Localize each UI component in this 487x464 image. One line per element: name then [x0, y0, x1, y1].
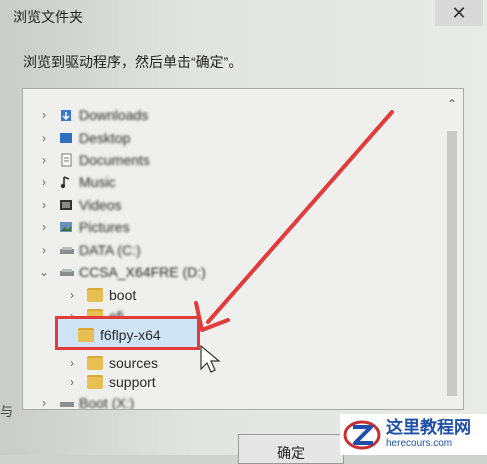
tree-item-label: Music [79, 173, 116, 190]
expand-chevron-icon[interactable]: › [65, 288, 79, 302]
tree-item-documents[interactable]: › Documents [37, 149, 150, 170]
tree-item-label: CCSA_X64FRE (D:) [79, 263, 206, 280]
desktop-folder-icon [59, 131, 73, 145]
tree-item-label: f6flpy-x64 [100, 326, 161, 343]
folder-icon [78, 327, 94, 342]
scroll-up-icon[interactable]: ⌃ [445, 97, 459, 111]
download-folder-icon [59, 108, 73, 122]
collapse-chevron-icon[interactable]: ⌄ [37, 265, 51, 279]
tree-item-drive-x[interactable]: › Boot (X:) [37, 392, 134, 410]
expand-chevron-icon[interactable]: › [37, 220, 51, 234]
drive-icon [59, 396, 74, 410]
tree-item-label: Desktop [79, 129, 131, 146]
folder-tree[interactable]: › Downloads › Desktop › Documents › Musi… [22, 88, 464, 410]
tree-item-drive-d[interactable]: ⌄ CCSA_X64FRE (D:) [37, 261, 206, 282]
watermark-title: 这里教程网 [386, 418, 471, 438]
tree-item-drive-c[interactable]: › DATA (C:) [37, 239, 141, 260]
expand-chevron-icon[interactable]: › [65, 375, 79, 389]
watermark-logo-icon [343, 420, 381, 449]
cropped-background-text: 与 [0, 404, 17, 419]
watermark: 这里教程网 herecours.com [340, 414, 487, 455]
tree-item-label: support [109, 373, 156, 390]
expand-chevron-icon[interactable]: › [37, 243, 51, 257]
music-folder-icon [59, 175, 73, 189]
tree-item-label: Pictures [79, 218, 130, 235]
dialog-title: 浏览文件夹 [13, 9, 83, 25]
browse-folder-dialog: 浏览文件夹 ✕ 浏览到驱动程序，然后单击“确定”。 › Downloads › … [0, 0, 487, 464]
drive-icon [59, 243, 74, 257]
expand-chevron-icon[interactable]: › [37, 153, 51, 167]
ok-button[interactable]: 确定 [238, 434, 344, 464]
tree-scrollbar[interactable]: ⌃ [445, 97, 459, 402]
tree-item-label: Documents [79, 151, 150, 168]
tree-item-label: sources [109, 354, 159, 371]
close-button[interactable]: ✕ [435, 0, 483, 26]
tree-item-label: Downloads [79, 106, 149, 123]
instruction-text: 浏览到驱动程序，然后单击“确定”。 [23, 54, 243, 70]
scroll-thumb[interactable] [447, 131, 457, 396]
selected-row-content: f6flpy-x64 [78, 324, 161, 345]
tree-item-sources[interactable]: › sources [65, 352, 158, 373]
tree-item-f6flpy-x64-selected[interactable]: f6flpy-x64 [55, 316, 200, 350]
tree-item-label: DATA (C:) [79, 241, 141, 258]
drive-icon [59, 265, 74, 279]
documents-folder-icon [59, 153, 73, 167]
tree-item-videos[interactable]: › Videos [37, 194, 122, 215]
expand-chevron-icon[interactable]: › [37, 198, 51, 212]
tree-item-label: Boot (X:) [79, 394, 135, 410]
tree-item-label: Videos [79, 196, 122, 213]
expand-chevron-icon[interactable]: › [37, 131, 51, 145]
videos-folder-icon [59, 198, 73, 212]
tree-item-music[interactable]: › Music [37, 171, 116, 192]
folder-icon [87, 287, 103, 302]
folder-icon [87, 374, 103, 389]
expand-chevron-icon[interactable]: › [65, 356, 79, 370]
expand-chevron-icon[interactable]: › [37, 108, 51, 122]
tree-item-desktop[interactable]: › Desktop [37, 127, 130, 148]
tree-item-downloads[interactable]: › Downloads [37, 104, 148, 125]
expand-chevron-icon[interactable]: › [37, 175, 51, 189]
folder-icon [87, 355, 103, 370]
tree-item-label: boot [109, 286, 137, 303]
tree-item-pictures[interactable]: › Pictures [37, 216, 130, 237]
pictures-folder-icon [59, 220, 73, 234]
watermark-url: herecours.com [386, 438, 453, 449]
expand-chevron-icon[interactable]: › [37, 396, 51, 410]
tree-item-boot[interactable]: › boot [65, 284, 136, 305]
tree-item-support[interactable]: › support [65, 371, 156, 392]
